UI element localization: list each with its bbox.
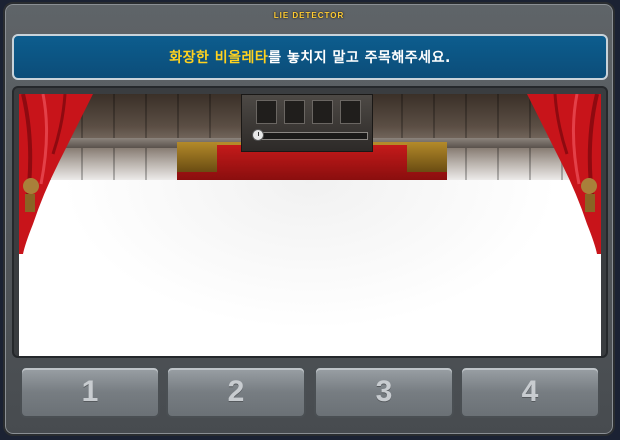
stage-area [19, 94, 601, 356]
timer-slot [284, 100, 305, 124]
carpet-ornament-left [177, 142, 217, 172]
instruction-banner: 화장한 비올레타 를 놓치지 말고 주목해주세요. [12, 34, 608, 80]
answer-buttons: 1 2 3 4 [14, 366, 606, 422]
curtain-right-icon [527, 94, 601, 254]
window-title: LIE DETECTOR [273, 11, 345, 20]
stage-fog [19, 180, 601, 356]
answer-button-1[interactable]: 1 [20, 366, 160, 418]
curtain-left-icon [19, 94, 93, 254]
carpet-ornament-right [407, 142, 447, 172]
answer-button-2[interactable]: 2 [166, 366, 306, 418]
timer-slot [312, 100, 333, 124]
answer-button-4[interactable]: 4 [460, 366, 600, 418]
instruction-highlight: 화장한 비올레타 [169, 50, 269, 66]
timer-bar [254, 132, 368, 140]
answer-button-3[interactable]: 3 [314, 366, 454, 418]
instruction-text: 를 놓치지 말고 주목해주세요. [268, 50, 451, 66]
timer-slot [256, 100, 277, 124]
timer-slot [340, 100, 361, 124]
timer-panel [241, 94, 373, 152]
clock-icon [252, 129, 264, 141]
